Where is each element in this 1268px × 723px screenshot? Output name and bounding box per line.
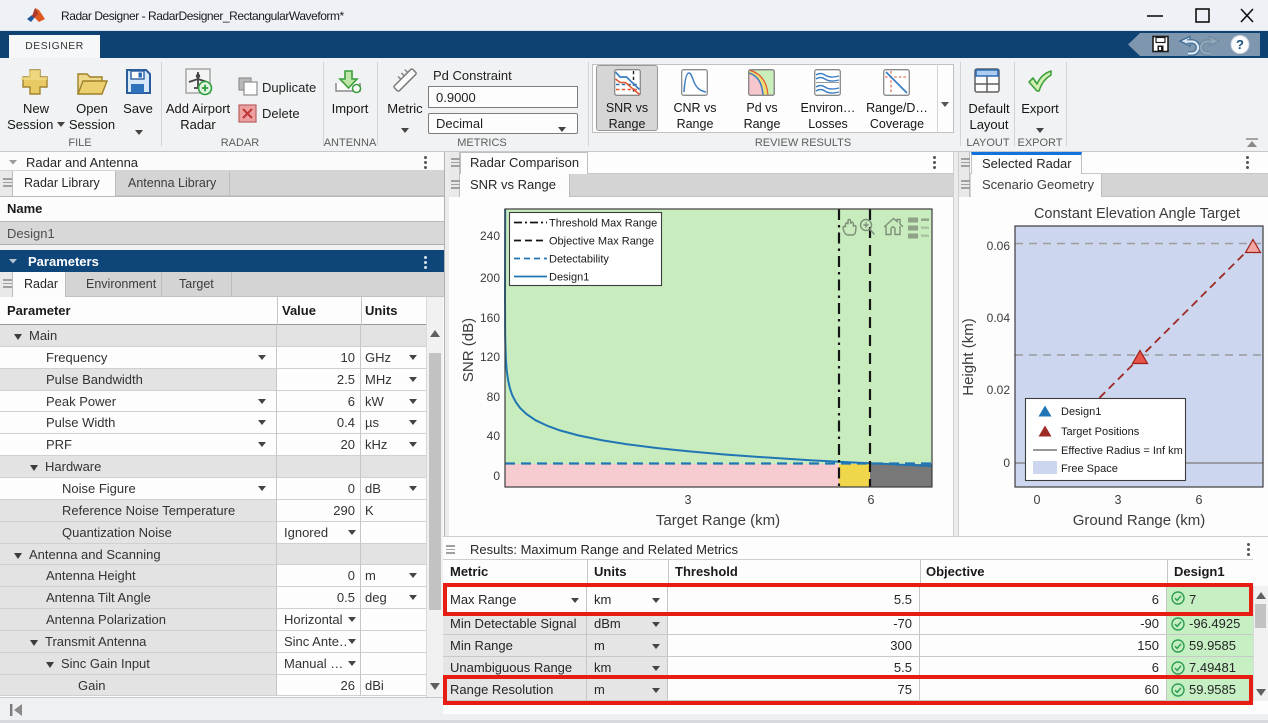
svg-text:200: 200 <box>480 271 500 285</box>
svg-text:0.02: 0.02 <box>987 383 1011 397</box>
svg-text:0: 0 <box>1003 456 1010 470</box>
svg-text:Free Space: Free Space <box>1061 463 1118 475</box>
svg-text:Target Positions: Target Positions <box>1061 426 1140 438</box>
svg-text:3: 3 <box>685 493 692 507</box>
svg-text:Effective Radius = Inf km: Effective Radius = Inf km <box>1061 445 1183 457</box>
svg-text:Objective Max Range: Objective Max Range <box>549 236 654 248</box>
svg-text:240: 240 <box>480 229 500 243</box>
svg-text:0: 0 <box>1034 493 1041 507</box>
svg-text:Height (km): Height (km) <box>960 318 977 396</box>
svg-text:Threshold Max Range: Threshold Max Range <box>549 218 657 230</box>
svg-text:40: 40 <box>487 429 501 443</box>
svg-text:0.06: 0.06 <box>987 239 1011 253</box>
svg-text:Target Range (km): Target Range (km) <box>656 512 780 529</box>
svg-text:Design1: Design1 <box>1061 406 1101 418</box>
svg-text:Detectability: Detectability <box>549 254 609 266</box>
svg-text:120: 120 <box>480 350 500 364</box>
svg-text:6: 6 <box>1196 493 1203 507</box>
svg-text:?: ? <box>1236 37 1244 52</box>
svg-text:80: 80 <box>487 390 501 404</box>
svg-text:0.04: 0.04 <box>987 311 1011 325</box>
svg-text:3: 3 <box>1115 493 1122 507</box>
svg-text:SNR (dB): SNR (dB) <box>460 318 477 382</box>
svg-text:0: 0 <box>493 469 500 483</box>
svg-text:160: 160 <box>480 311 500 325</box>
svg-text:Constant Elevation Angle Targe: Constant Elevation Angle Target <box>1034 206 1240 222</box>
svg-text:Design1: Design1 <box>549 272 589 284</box>
svg-text:Ground Range (km): Ground Range (km) <box>1073 512 1206 529</box>
svg-text:6: 6 <box>868 493 875 507</box>
